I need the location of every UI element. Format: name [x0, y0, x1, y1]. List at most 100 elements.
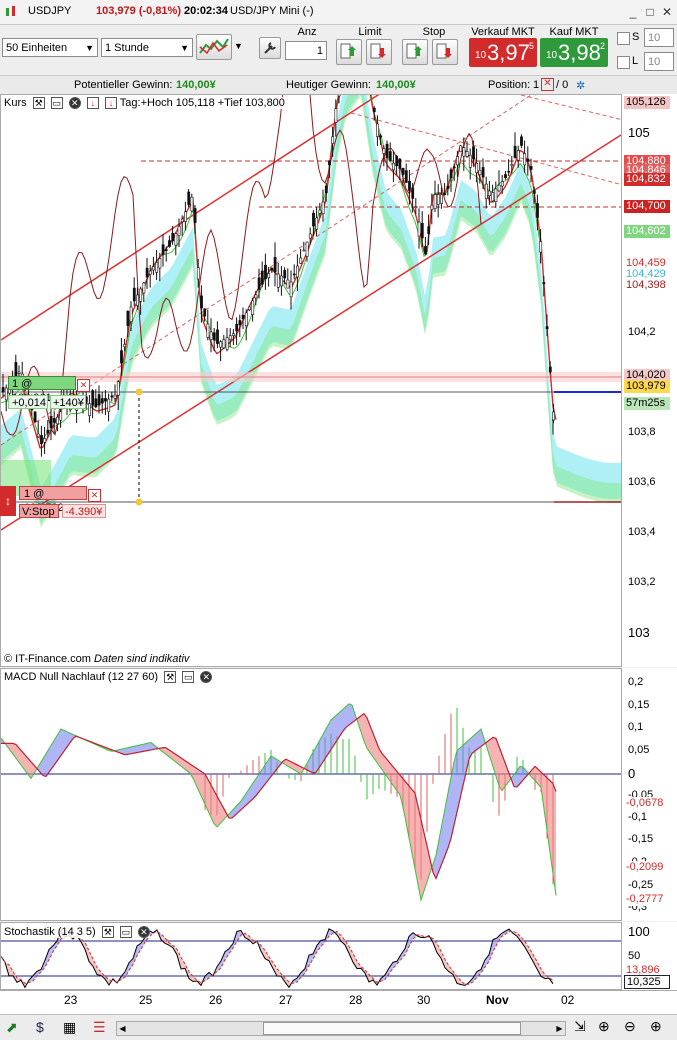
wrench-icon[interactable]: ⚒: [32, 97, 45, 110]
candle-body: [488, 190, 491, 197]
horizontal-scrollbar[interactable]: ◀ ▶: [116, 1021, 566, 1036]
candle-body: [379, 135, 383, 138]
settings-button[interactable]: [259, 37, 281, 59]
channel-line: [1, 134, 621, 531]
candle-body: [225, 337, 229, 350]
candle-body: [123, 344, 127, 348]
quantity-input[interactable]: 1: [285, 41, 327, 60]
zoom-fit-icon[interactable]: ⊕: [598, 1018, 610, 1035]
close-order-icon[interactable]: ✕: [77, 379, 90, 392]
s-checkbox[interactable]: [617, 32, 630, 45]
sell-market-button[interactable]: 10 3,97 5: [469, 38, 537, 67]
l-input[interactable]: 10: [644, 52, 674, 71]
sell-stop-button[interactable]: [432, 39, 458, 65]
cursor-icon[interactable]: ⇲: [574, 1018, 586, 1035]
stop-type: V:Stop: [19, 504, 59, 518]
today-gain-value: 140,00¥: [376, 79, 416, 91]
candle-body: [408, 180, 411, 191]
buy-limit-button[interactable]: [336, 39, 362, 65]
window-icon[interactable]: ▭: [119, 926, 132, 939]
chevron-down-icon[interactable]: ▼: [234, 41, 243, 51]
chart-type-icon: [199, 38, 229, 55]
buy-order-label[interactable]: 1 @ 103,961: [8, 376, 76, 404]
zoom-in-icon[interactable]: ⊕: [650, 1018, 662, 1035]
credit: © IT-Finance.com Daten sind indikativ: [4, 653, 190, 665]
sell-limit-button[interactable]: [366, 39, 392, 65]
close-icon[interactable]: ✕: [68, 97, 81, 110]
candle-body: [296, 265, 299, 278]
scroll-left-icon[interactable]: ◀: [117, 1022, 128, 1035]
candle-body: [462, 147, 466, 157]
chart-type-button[interactable]: [196, 34, 232, 60]
info-bar: Potentieller Gewinn: 140,00¥ Heutiger Ge…: [0, 75, 677, 95]
candle-body: [222, 339, 226, 349]
units-select[interactable]: 50 Einheiten ▼: [2, 38, 98, 57]
macd-title: MACD Null Nachlauf (12 27 60): [4, 671, 159, 683]
price-tag: 104,700: [624, 200, 670, 213]
candle-body: [273, 256, 277, 273]
candle-body: [545, 326, 549, 330]
wrench-icon[interactable]: ⚒: [164, 671, 177, 684]
candle-body: [382, 148, 386, 154]
close-order-icon[interactable]: ✕: [88, 489, 101, 502]
buy-stop-button[interactable]: [402, 39, 428, 65]
candle-body: [59, 411, 63, 421]
candle-body: [414, 206, 418, 208]
candle-body: [542, 282, 546, 285]
close-position-icon[interactable]: ✕: [541, 78, 554, 91]
grid-icon[interactable]: ▦: [63, 1019, 76, 1036]
minimize-button[interactable]: _: [626, 5, 640, 19]
candle-body: [235, 323, 239, 332]
zoom-chart-icon[interactable]: ⬈: [6, 1019, 18, 1036]
candle-body: [484, 183, 488, 199]
candle-body: [526, 158, 530, 162]
candle-body: [420, 222, 424, 239]
drag-handle-icon[interactable]: ↕: [0, 486, 16, 516]
candle-body: [126, 310, 130, 326]
candle-body: [497, 184, 501, 192]
window-icon[interactable]: ▭: [50, 97, 63, 110]
macd-tag: -0,2099: [624, 861, 670, 874]
scroll-thumb[interactable]: [263, 1022, 521, 1035]
close-icon[interactable]: ✕: [137, 926, 150, 939]
dollar-icon[interactable]: $: [36, 1019, 44, 1035]
macd-fill: [145, 743, 148, 752]
y-label: 103,6: [628, 476, 656, 488]
l-label: L: [632, 55, 639, 67]
price-chart-panel[interactable]: [0, 94, 622, 667]
stop-order-label[interactable]: 1 @ 103,522: [19, 486, 87, 514]
sell-arrow-icon[interactable]: ↓: [104, 97, 117, 110]
s-input[interactable]: 10: [644, 28, 674, 47]
symbol-label: USDJPY: [28, 5, 72, 17]
candle-body: [187, 191, 191, 205]
timeframe-select[interactable]: 1 Stunde ▼: [101, 38, 193, 57]
candle-body: [88, 403, 91, 416]
price-chart-canvas[interactable]: [1, 95, 622, 667]
buy-market-button[interactable]: 10 3,98 2: [540, 38, 608, 67]
wrench-icon[interactable]: ⚒: [101, 926, 114, 939]
sell-arrow-icon[interactable]: ↓: [86, 97, 99, 110]
candle-body: [248, 306, 251, 311]
close-icon[interactable]: ✕: [200, 671, 213, 684]
order-yen: +140¥: [50, 395, 86, 409]
list-icon[interactable]: ☰: [93, 1019, 106, 1036]
zoom-out-icon[interactable]: ⊖: [624, 1018, 636, 1035]
candle-body: [478, 169, 482, 175]
macd-title-bar: MACD Null Nachlauf (12 27 60) ⚒ ▭ ✕: [4, 671, 213, 684]
candle-body: [299, 257, 303, 264]
potential-gain-label: Potentieller Gewinn:: [74, 79, 173, 91]
l-checkbox[interactable]: [617, 56, 630, 69]
macd-panel[interactable]: [0, 668, 622, 921]
credit-note: Daten sind indikativ: [94, 653, 190, 665]
scroll-right-icon[interactable]: ▶: [554, 1022, 565, 1035]
candle-body: [116, 381, 120, 396]
y-label: 0,05: [628, 744, 650, 756]
close-button[interactable]: ✕: [660, 5, 674, 19]
gear-icon[interactable]: ✲: [576, 79, 585, 92]
maximize-button[interactable]: □: [643, 5, 657, 19]
y-label: 104,2: [628, 326, 656, 338]
window-icon[interactable]: ▭: [182, 671, 195, 684]
candle-body: [433, 194, 437, 210]
buy-price-prefix: 10: [546, 50, 558, 61]
macd-canvas[interactable]: [1, 669, 622, 921]
